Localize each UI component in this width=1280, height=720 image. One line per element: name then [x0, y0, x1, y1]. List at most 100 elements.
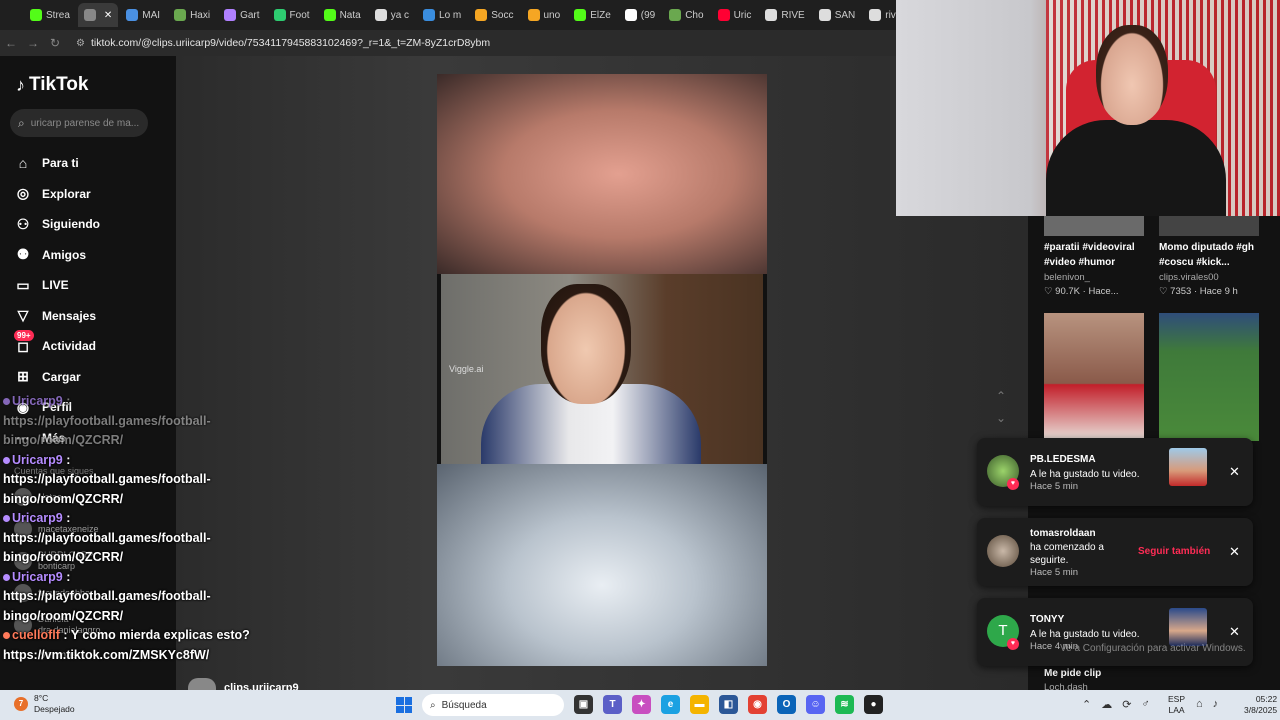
- windows-start-icon[interactable]: [396, 697, 412, 713]
- reload-icon[interactable]: ↻: [44, 36, 66, 50]
- suggestion-thumbnail[interactable]: [1159, 216, 1259, 236]
- browser-tab[interactable]: uno: [522, 3, 567, 27]
- browser-tab[interactable]: Cho: [663, 3, 709, 27]
- tab-favicon-icon: [323, 9, 336, 21]
- close-tab-icon[interactable]: ✕: [104, 10, 112, 21]
- live-icon: ▭: [16, 276, 30, 293]
- url-field[interactable]: tiktok.com/@clips.uriicarp9/video/753411…: [91, 37, 490, 49]
- suggestion-user[interactable]: clips.virales00: [1159, 272, 1219, 283]
- suggestion-thumbnail[interactable]: [1044, 216, 1144, 236]
- forward-icon[interactable]: →: [22, 36, 44, 50]
- close-icon[interactable]: ✕: [1229, 544, 1240, 560]
- recording-app-icon[interactable]: ●: [864, 695, 883, 714]
- tab-favicon-icon: [527, 9, 540, 21]
- heart-icon: ♥: [1007, 638, 1019, 650]
- chat-username[interactable]: Uricarp9: [12, 453, 63, 467]
- browser-tab[interactable]: ✕: [77, 3, 119, 27]
- system-tray: ⌃ ☁ ⟳ ♂: [1082, 698, 1150, 711]
- tab-favicon-icon: [717, 9, 730, 21]
- edge-icon[interactable]: e: [661, 695, 680, 714]
- chevron-down-icon[interactable]: ⌄: [994, 407, 1008, 429]
- suggestion-title[interactable]: #paratii #videoviral #video #humor: [1044, 240, 1154, 270]
- outlook-icon[interactable]: O: [777, 695, 796, 714]
- site-info-icon[interactable]: ⚙: [76, 38, 85, 49]
- notification-card[interactable]: ♥ PB.LEDESMA A le ha gustado tu video. H…: [977, 438, 1253, 506]
- browser-tab[interactable]: Foot: [268, 3, 316, 27]
- discord-icon[interactable]: ☺: [806, 695, 825, 714]
- suggestion-title[interactable]: Momo diputado #gh #coscu #kick...: [1159, 240, 1269, 270]
- browser-tab[interactable]: Haxi: [168, 3, 216, 27]
- chat-username[interactable]: cuelloflf: [12, 628, 60, 642]
- chat-username[interactable]: Uricarp9: [12, 511, 63, 525]
- browser-tab[interactable]: Uric: [712, 3, 758, 27]
- chevron-up-icon[interactable]: ⌃: [1082, 698, 1091, 711]
- nav-item[interactable]: ▭ LIVE: [14, 270, 100, 301]
- chat-username[interactable]: Uricarp9: [12, 570, 63, 584]
- notification-thumbnail[interactable]: [1169, 608, 1207, 646]
- task-view-icon[interactable]: ▣: [574, 695, 593, 714]
- nav-item[interactable]: ⚉ Amigos: [14, 240, 100, 271]
- pinned-apps: ▣ T ✦ e ▬ ◧ ◉ O ☺ ≋ ●: [574, 695, 883, 714]
- suggestion-thumbnail[interactable]: [1044, 313, 1144, 441]
- teams-icon[interactable]: T: [603, 695, 622, 714]
- tab-favicon-icon: [574, 9, 587, 21]
- chat-text: https://playfootball.games/football-bing…: [3, 530, 211, 565]
- spotify-icon[interactable]: ≋: [835, 695, 854, 714]
- suggestion-thumbnail[interactable]: [1159, 313, 1259, 441]
- language-indicator[interactable]: ESP LAA: [1168, 694, 1185, 716]
- search-input[interactable]: ⌕ uricarp parense de ma...: [10, 109, 148, 137]
- streamer-body: [1046, 120, 1226, 216]
- notification-text: ha comenzado a seguirte.: [1030, 542, 1104, 566]
- taskbar-search[interactable]: ⌕ Búsqueda: [422, 694, 564, 716]
- volume-icon[interactable]: ♪: [1213, 698, 1219, 710]
- follow-back-button[interactable]: Seguir también: [1138, 546, 1210, 557]
- chrome-icon[interactable]: ◉: [748, 695, 767, 714]
- browser-tab[interactable]: Strea: [24, 3, 76, 27]
- copilot-icon[interactable]: ✦: [632, 695, 651, 714]
- taskbar-clock[interactable]: 05:22 3/8/2025: [1244, 694, 1277, 716]
- browser-tab[interactable]: ElZe: [568, 3, 617, 27]
- video-middle-frame: Viggle.ai: [441, 274, 763, 464]
- nav-item[interactable]: ⊞ Cargar: [14, 362, 100, 393]
- browser-tab[interactable]: ya c: [369, 3, 415, 27]
- nav-item[interactable]: ▽ Mensajes: [14, 301, 100, 332]
- tab-label: Haxi: [190, 9, 211, 21]
- browser-tab[interactable]: (99: [619, 3, 661, 27]
- chat-separator: :: [62, 394, 71, 408]
- tiktok-note-icon: ♪: [16, 74, 25, 95]
- browser-tab[interactable]: Nata: [318, 3, 367, 27]
- suggestion-title[interactable]: Me pide clip: [1044, 666, 1154, 681]
- stream-chat: Uricarp9 : https://playfootball.games/fo…: [3, 392, 303, 665]
- nav-item[interactable]: ◎ Explorar: [14, 179, 100, 210]
- chat-username[interactable]: Uricarp9: [12, 394, 63, 408]
- nav-label: LIVE: [42, 278, 69, 293]
- suggestion-user[interactable]: belenivon_: [1044, 272, 1090, 283]
- file-explorer-icon[interactable]: ▬: [690, 695, 709, 714]
- mic-icon[interactable]: ♂: [1141, 698, 1149, 711]
- close-icon[interactable]: ✕: [1229, 624, 1240, 640]
- store-icon[interactable]: ◧: [719, 695, 738, 714]
- sync-icon[interactable]: ⟳: [1122, 698, 1131, 711]
- weather-widget[interactable]: 7 8°C Despejado: [14, 693, 75, 715]
- close-icon[interactable]: ✕: [1229, 464, 1240, 480]
- notification-card[interactable]: T ♥ TONYY A le ha gustado tu video. Hace…: [977, 598, 1253, 666]
- network-icon[interactable]: ⌂: [1196, 698, 1203, 710]
- browser-tab[interactable]: SAN: [813, 3, 862, 27]
- browser-tab[interactable]: RIVE: [759, 3, 810, 27]
- video-bottom-frame: [437, 464, 767, 666]
- notification-card[interactable]: tomasroldaan ha comenzado a seguirte. Ha…: [977, 518, 1253, 586]
- chevron-up-icon[interactable]: ⌃: [994, 385, 1008, 407]
- nav-item[interactable]: ⚇ Siguiendo: [14, 209, 100, 240]
- browser-tab[interactable]: Socc: [469, 3, 519, 27]
- browser-tab[interactable]: Lo m: [417, 3, 467, 27]
- browser-tab[interactable]: Gart: [218, 3, 265, 27]
- nav-item[interactable]: ⌂ Para ti: [14, 148, 100, 179]
- browser-tab[interactable]: MAI: [120, 3, 166, 27]
- person-face: [541, 284, 631, 404]
- notification-thumbnail[interactable]: [1169, 448, 1207, 486]
- cloud-icon[interactable]: ☁: [1101, 698, 1112, 711]
- tiktok-logo[interactable]: ♪ TikTok: [16, 74, 88, 96]
- home-icon: ⌂: [18, 155, 28, 172]
- back-icon[interactable]: ←: [0, 36, 22, 50]
- video-player[interactable]: Viggle.ai: [437, 74, 767, 666]
